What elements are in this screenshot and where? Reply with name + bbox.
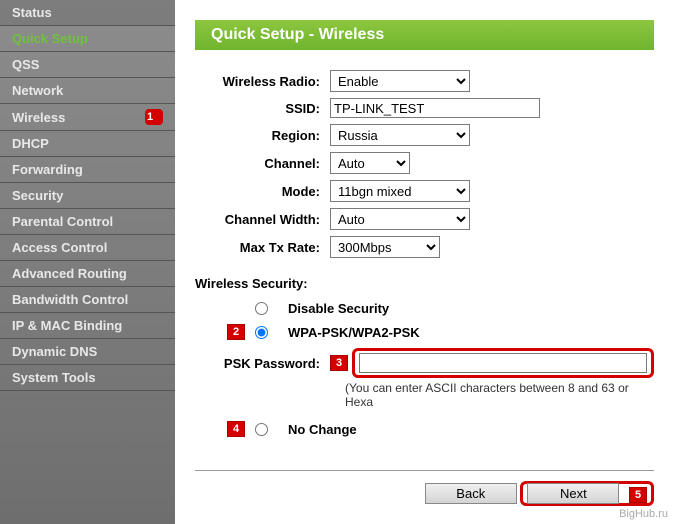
sidebar-item-label: Quick Setup: [12, 31, 88, 46]
main-content: Quick Setup - Wireless Wireless Radio: E…: [175, 0, 674, 524]
psk-highlight: [352, 348, 654, 378]
max-tx-label: Max Tx Rate:: [195, 240, 330, 255]
wireless-radio-select[interactable]: Enable: [330, 70, 470, 92]
back-button[interactable]: Back: [425, 483, 517, 504]
sidebar-item-security[interactable]: Security: [0, 183, 175, 209]
channel-label: Channel:: [195, 156, 330, 171]
mode-label: Mode:: [195, 184, 330, 199]
ssid-label: SSID:: [195, 101, 330, 116]
sidebar-item-dynamic-dns[interactable]: Dynamic DNS: [0, 339, 175, 365]
mode-select[interactable]: 11bgn mixed: [330, 180, 470, 202]
sidebar-item-parental-control[interactable]: Parental Control: [0, 209, 175, 235]
next-highlight: Next 5: [520, 481, 654, 506]
sidebar-item-label: Wireless: [12, 110, 65, 125]
sidebar-item-system-tools[interactable]: System Tools: [0, 365, 175, 391]
annotation-marker-4: 4: [227, 421, 245, 437]
region-label: Region:: [195, 128, 330, 143]
no-change-radio[interactable]: [255, 423, 268, 436]
page-title: Quick Setup - Wireless: [195, 20, 654, 50]
sidebar-item-access-control[interactable]: Access Control: [0, 235, 175, 261]
sidebar-item-label: Bandwidth Control: [12, 292, 128, 307]
sidebar-item-label: Security: [12, 188, 63, 203]
region-select[interactable]: Russia: [330, 124, 470, 146]
sidebar-item-label: System Tools: [12, 370, 96, 385]
sidebar-item-wireless[interactable]: Wireless 1: [0, 104, 175, 131]
sidebar-item-label: Access Control: [12, 240, 107, 255]
next-button[interactable]: Next: [527, 483, 619, 504]
channel-select[interactable]: Auto: [330, 152, 410, 174]
sidebar-item-label: Network: [12, 83, 63, 98]
channel-width-label: Channel Width:: [195, 212, 330, 227]
sidebar-item-quick-setup[interactable]: Quick Setup: [0, 26, 175, 52]
button-bar: Back Next 5: [195, 470, 654, 504]
sidebar-item-dhcp[interactable]: DHCP: [0, 131, 175, 157]
sidebar: Status Quick Setup QSS Network Wireless …: [0, 0, 175, 524]
wpa-psk-label: WPA-PSK/WPA2-PSK: [288, 325, 420, 340]
psk-password-label: PSK Password:: [195, 356, 330, 371]
sidebar-item-bandwidth-control[interactable]: Bandwidth Control: [0, 287, 175, 313]
sidebar-item-label: Status: [12, 5, 52, 20]
annotation-marker-3: 3: [330, 355, 348, 371]
no-change-label: No Change: [288, 422, 357, 437]
sidebar-item-label: Advanced Routing: [12, 266, 127, 281]
psk-password-input[interactable]: [359, 353, 647, 373]
sidebar-item-label: IP & MAC Binding: [12, 318, 122, 333]
sidebar-item-network[interactable]: Network: [0, 78, 175, 104]
sidebar-item-qss[interactable]: QSS: [0, 52, 175, 78]
annotation-marker-5: 5: [629, 487, 647, 503]
annotation-marker-2: 2: [227, 324, 245, 340]
wireless-security-label: Wireless Security:: [195, 276, 654, 291]
sidebar-item-label: DHCP: [12, 136, 49, 151]
sidebar-item-label: Dynamic DNS: [12, 344, 97, 359]
disable-security-label: Disable Security: [288, 301, 389, 316]
sidebar-item-label: Forwarding: [12, 162, 83, 177]
wpa-psk-radio[interactable]: [255, 326, 268, 339]
annotation-marker-1: 1: [145, 109, 163, 125]
sidebar-item-label: Parental Control: [12, 214, 113, 229]
sidebar-item-status[interactable]: Status: [0, 0, 175, 26]
disable-security-radio[interactable]: [255, 302, 268, 315]
sidebar-item-ip-mac-binding[interactable]: IP & MAC Binding: [0, 313, 175, 339]
watermark: BigHub.ru: [619, 508, 668, 520]
form-area: Wireless Radio: Enable SSID: Region: Rus…: [175, 50, 674, 455]
sidebar-item-label: QSS: [12, 57, 39, 72]
ssid-input[interactable]: [330, 98, 540, 118]
sidebar-item-advanced-routing[interactable]: Advanced Routing: [0, 261, 175, 287]
sidebar-item-forwarding[interactable]: Forwarding: [0, 157, 175, 183]
max-tx-select[interactable]: 300Mbps: [330, 236, 440, 258]
wireless-radio-label: Wireless Radio:: [195, 74, 330, 89]
channel-width-select[interactable]: Auto: [330, 208, 470, 230]
psk-hint: (You can enter ASCII characters between …: [195, 381, 654, 409]
